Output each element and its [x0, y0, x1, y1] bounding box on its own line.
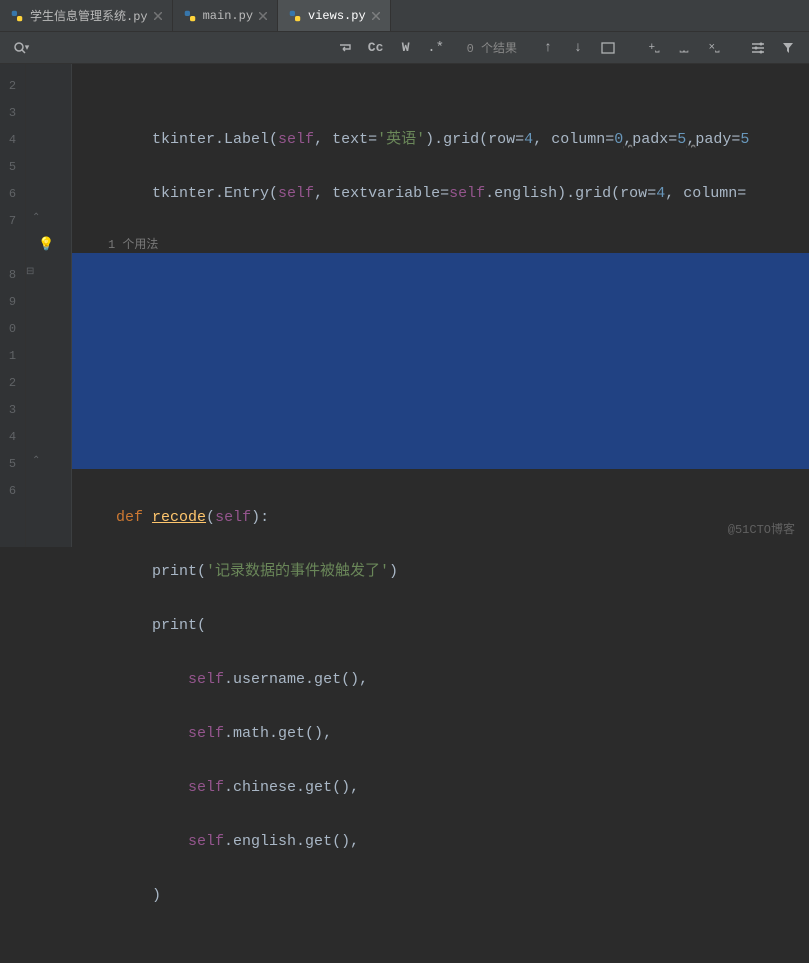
line-number: 9 — [0, 288, 25, 315]
line-number: 6 — [0, 477, 25, 504]
fold-end-icon[interactable]: ⌃ — [32, 455, 40, 467]
tab-label: 学生信息管理系统.py — [30, 7, 148, 24]
line-number: 7 — [0, 207, 25, 234]
words-button[interactable]: W — [393, 36, 419, 60]
select-occurrences-icon[interactable]: ×⎵ — [701, 36, 727, 60]
editor-tabs: 学生信息管理系统.py main.py views.py — [0, 0, 809, 32]
python-icon — [10, 9, 24, 23]
line-number: 0 — [0, 315, 25, 342]
usages-hint[interactable]: 1 个用法 — [108, 232, 158, 259]
code-area[interactable]: tkinter.Label(self, text='英语').grid(row=… — [72, 64, 809, 547]
line-number: 2 — [0, 369, 25, 396]
line-number: 3 — [0, 99, 25, 126]
python-icon — [183, 9, 197, 23]
code-editor[interactable]: 2 3 4 5 6 7 8 9 0 1 2 3 4 5 6 ⌃ 💡 ⊟ ⌃ tk… — [0, 64, 809, 547]
next-match-icon[interactable]: ↓ — [565, 36, 591, 60]
text-selection — [72, 253, 809, 469]
select-all-icon[interactable] — [595, 36, 621, 60]
fold-start-icon[interactable]: ⊟ — [26, 266, 34, 278]
tab-file-3[interactable]: views.py — [278, 0, 391, 31]
line-number: 4 — [0, 423, 25, 450]
filter-icon[interactable] — [775, 36, 801, 60]
line-number: 1 — [0, 342, 25, 369]
tab-file-2[interactable]: main.py — [173, 0, 278, 31]
new-line-icon[interactable] — [333, 36, 359, 60]
line-number: 3 — [0, 396, 25, 423]
regex-button[interactable]: .* — [423, 36, 449, 60]
fold-gutter: ⌃ 💡 ⊟ ⌃ — [26, 64, 72, 547]
tab-file-1[interactable]: 学生信息管理系统.py — [0, 0, 173, 31]
line-number: 5 — [0, 450, 25, 477]
search-icon[interactable]: ▾ — [8, 36, 34, 60]
lightbulb-icon[interactable]: 💡 — [38, 237, 54, 252]
fold-end-icon[interactable]: ⌃ — [32, 212, 40, 224]
results-count: 0 个结果 — [453, 39, 531, 56]
python-icon — [288, 9, 302, 23]
find-toolbar: ▾ Cc W .* 0 个结果 ↑ ↓ +⎵ ⎵⎵ ×⎵ — [0, 32, 809, 64]
match-case-button[interactable]: Cc — [363, 36, 389, 60]
line-number: 8 — [0, 261, 25, 288]
watermark: @51CTO博客 — [728, 520, 795, 537]
add-selection-icon[interactable]: +⎵ — [641, 36, 667, 60]
close-icon[interactable] — [372, 12, 380, 20]
prev-match-icon[interactable]: ↑ — [535, 36, 561, 60]
close-icon[interactable] — [154, 12, 162, 20]
tab-label: views.py — [308, 9, 366, 23]
line-number: 4 — [0, 126, 25, 153]
line-gutter: 2 3 4 5 6 7 8 9 0 1 2 3 4 5 6 — [0, 64, 26, 547]
tab-label: main.py — [203, 9, 253, 23]
line-number: 2 — [0, 72, 25, 99]
close-icon[interactable] — [259, 12, 267, 20]
line-number: 6 — [0, 180, 25, 207]
settings-icon[interactable] — [745, 36, 771, 60]
remove-selection-icon[interactable]: ⎵⎵ — [671, 36, 697, 60]
line-number: 5 — [0, 153, 25, 180]
line-number — [0, 234, 25, 261]
